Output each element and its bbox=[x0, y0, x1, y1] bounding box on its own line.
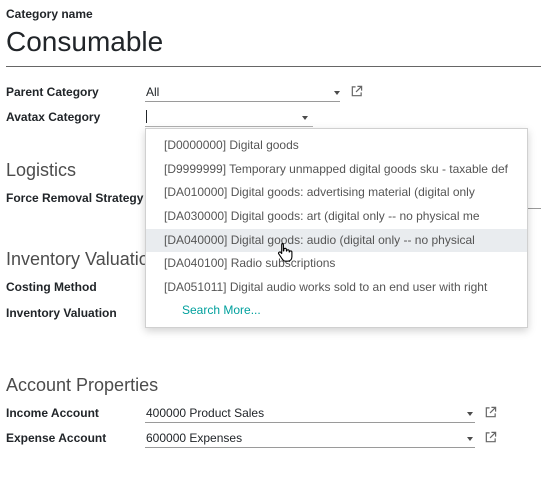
search-more-link[interactable]: Search More... bbox=[146, 299, 527, 322]
dropdown-option[interactable]: [DA051011] Digital audio works sold to a… bbox=[146, 276, 527, 299]
avatax-category-field[interactable] bbox=[145, 108, 313, 127]
dropdown-option[interactable]: [DA030000] Digital goods: art (digital o… bbox=[146, 205, 527, 228]
inventory-valuation-label: Inventory Valuation bbox=[6, 306, 117, 320]
inventory-valuation-section-title: Inventory Valuation bbox=[6, 249, 159, 269]
chevron-down-icon[interactable] bbox=[302, 116, 308, 120]
force-removal-strategy-label: Force Removal Strategy bbox=[6, 191, 144, 205]
parent-category-value: All bbox=[146, 85, 160, 99]
category-name-underline bbox=[6, 66, 541, 67]
account-properties-section-title: Account Properties bbox=[6, 375, 159, 395]
expense-account-label: Expense Account bbox=[6, 431, 107, 445]
hand-pointer-icon bbox=[278, 242, 293, 262]
logistics-section-title: Logistics bbox=[6, 160, 77, 180]
category-name-input[interactable]: Consumable bbox=[6, 26, 163, 58]
dropdown-option[interactable]: [DA040100] Radio subscriptions bbox=[146, 252, 527, 275]
chevron-down-icon[interactable] bbox=[334, 91, 340, 95]
dropdown-option[interactable]: [DA010000] Digital goods: advertising ma… bbox=[146, 181, 527, 204]
category-name-label: Category name bbox=[6, 7, 93, 21]
avatax-category-label: Avatax Category bbox=[6, 110, 101, 124]
external-link-icon[interactable] bbox=[484, 406, 497, 419]
costing-method-label: Costing Method bbox=[6, 280, 97, 294]
external-link-icon[interactable] bbox=[484, 431, 497, 444]
external-link-icon[interactable] bbox=[350, 85, 363, 98]
income-account-field[interactable]: 400000 Product Sales bbox=[145, 404, 475, 423]
expense-account-field[interactable]: 600000 Expenses bbox=[145, 429, 475, 448]
parent-category-label: Parent Category bbox=[6, 85, 99, 99]
income-account-value: 400000 Product Sales bbox=[146, 406, 265, 420]
income-account-label: Income Account bbox=[6, 406, 99, 420]
expense-account-value: 600000 Expenses bbox=[146, 431, 243, 445]
dropdown-option-highlighted[interactable]: [DA040000] Digital goods: audio (digital… bbox=[146, 229, 527, 252]
chevron-down-icon[interactable] bbox=[467, 437, 473, 441]
dropdown-option[interactable]: [D9999999] Temporary unmapped digital go… bbox=[146, 158, 527, 181]
text-cursor bbox=[146, 110, 147, 123]
dropdown-option[interactable]: [D0000000] Digital goods bbox=[146, 134, 527, 157]
chevron-down-icon[interactable] bbox=[467, 412, 473, 416]
parent-category-field[interactable]: All bbox=[145, 83, 340, 102]
avatax-category-dropdown[interactable]: [D0000000] Digital goods [D9999999] Temp… bbox=[145, 128, 528, 328]
